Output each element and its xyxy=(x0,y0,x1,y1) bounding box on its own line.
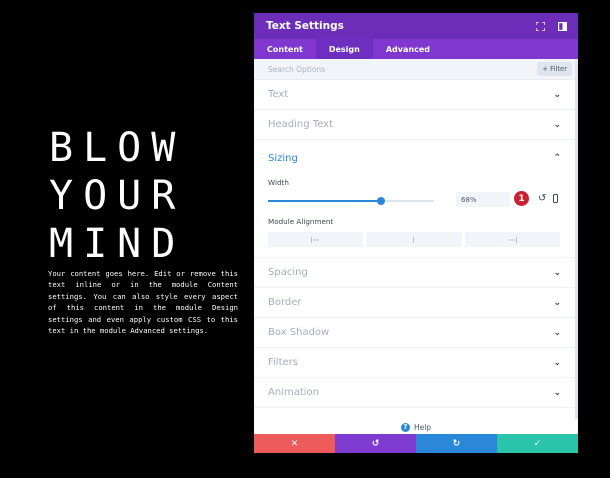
section-heading-text[interactable]: Heading Text ⌄ xyxy=(254,110,578,140)
width-slider-track[interactable] xyxy=(268,197,434,205)
section-animation[interactable]: Animation ⌄ xyxy=(254,378,578,408)
save-button[interactable]: ✓ xyxy=(497,434,578,453)
cancel-button[interactable]: ✕ xyxy=(254,434,335,453)
expand-icon[interactable] xyxy=(534,20,546,32)
modal-scrollbar[interactable] xyxy=(575,59,578,419)
redo-icon: ↻ xyxy=(452,438,461,449)
align-left-button[interactable] xyxy=(268,232,364,247)
close-icon: ✕ xyxy=(290,438,299,449)
modal-header: Text Settings xyxy=(254,13,578,39)
search-input[interactable]: Search Options xyxy=(268,65,325,74)
section-label: Heading Text xyxy=(268,119,334,130)
chevron-up-icon: ⌃ xyxy=(553,153,561,163)
modal-title: Text Settings xyxy=(266,20,344,32)
chevron-down-icon: ⌄ xyxy=(553,387,561,398)
module-alignment-label: Module Alignment xyxy=(268,217,334,226)
hero-title: BLOW YOUR MIND xyxy=(49,125,186,267)
section-label: Spacing xyxy=(268,267,308,278)
width-slider-fill xyxy=(268,200,381,202)
step-badge: 1 xyxy=(514,191,529,206)
hero-body-text: Your content goes here. Edit or remove t… xyxy=(48,269,238,336)
section-border[interactable]: Border ⌄ xyxy=(254,288,578,318)
section-label: Border xyxy=(268,297,302,308)
chevron-down-icon: ⌄ xyxy=(553,267,561,278)
section-box-shadow[interactable]: Box Shadow ⌄ xyxy=(254,318,578,348)
help-icon: ? xyxy=(400,422,410,432)
search-options-bar[interactable]: Search Options + Filter xyxy=(254,59,578,80)
responsive-device-icon[interactable] xyxy=(553,194,558,203)
header-icons xyxy=(534,20,568,32)
width-control: 68% 1 ↺ xyxy=(254,189,578,213)
sidebar-icon[interactable] xyxy=(556,20,568,32)
undo-icon: ↺ xyxy=(371,438,380,449)
chevron-down-icon: ⌄ xyxy=(553,327,561,338)
check-icon: ✓ xyxy=(533,438,542,449)
section-label: Filters xyxy=(268,357,298,368)
chevron-down-icon: ⌄ xyxy=(553,297,561,308)
width-label: Width xyxy=(268,178,289,187)
align-right-button[interactable] xyxy=(464,232,560,247)
section-label: Text xyxy=(268,89,289,100)
reset-icon[interactable]: ↺ xyxy=(538,193,546,204)
width-slider-handle[interactable] xyxy=(376,197,385,205)
filter-button[interactable]: + Filter xyxy=(537,62,572,76)
section-label: Animation xyxy=(268,387,319,398)
undo-button[interactable]: ↺ xyxy=(335,434,416,453)
width-input[interactable]: 68% xyxy=(456,192,510,207)
chevron-down-icon: ⌄ xyxy=(553,89,561,100)
align-center-button[interactable] xyxy=(366,232,462,247)
modal-footer: ✕ ↺ ↻ ✓ xyxy=(254,434,578,453)
section-text[interactable]: Text ⌄ xyxy=(254,80,578,110)
tab-content[interactable]: Content xyxy=(254,39,316,59)
section-label: Sizing xyxy=(268,152,298,164)
redo-button[interactable]: ↻ xyxy=(416,434,497,453)
tab-design[interactable]: Design xyxy=(315,39,373,59)
section-sizing: Sizing ⌃ Width 68% 1 ↺ Module Alignment xyxy=(254,140,578,258)
tab-bar: Content Design Advanced xyxy=(254,39,578,59)
section-spacing[interactable]: Spacing ⌄ xyxy=(254,258,578,288)
alignment-options xyxy=(268,232,560,247)
chevron-down-icon: ⌄ xyxy=(553,119,561,130)
section-label: Box Shadow xyxy=(268,327,330,338)
tab-advanced[interactable]: Advanced xyxy=(373,39,443,59)
chevron-down-icon: ⌄ xyxy=(553,357,561,368)
section-filters[interactable]: Filters ⌄ xyxy=(254,348,578,378)
sizing-header[interactable]: Sizing ⌃ xyxy=(254,140,578,176)
text-settings-modal: Text Settings Content Design Advanced Se… xyxy=(254,13,578,453)
help-label: Help xyxy=(413,422,432,432)
